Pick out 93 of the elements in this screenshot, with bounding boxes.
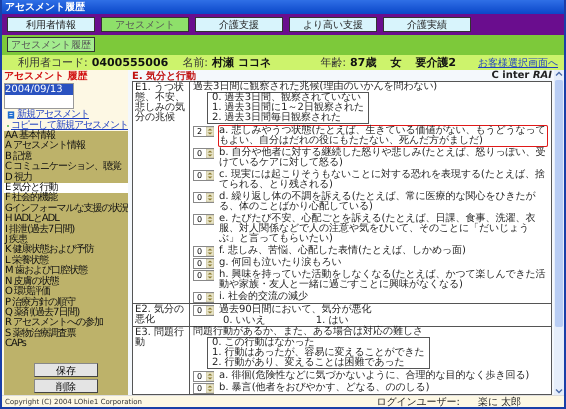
category-item[interactable]: O 環境評価 bbox=[4, 287, 128, 298]
code-label: 利用者コード: bbox=[18, 55, 88, 70]
spinner-icon bbox=[206, 293, 214, 302]
scale-option: 2. 行動があり、変えることは困難であった bbox=[212, 358, 425, 368]
care-level: 要介護2 bbox=[415, 55, 456, 70]
login-user-label: ログインユーザー: bbox=[376, 396, 460, 407]
scrollbar[interactable] bbox=[554, 70, 564, 395]
category-item[interactable]: Gインフォーマルな支援の状況 bbox=[4, 204, 128, 214]
nav-tab[interactable]: 介護支援 bbox=[195, 17, 283, 32]
question-label: E1. うつ状態、不安、悲しみの気分の兆候 bbox=[133, 82, 190, 303]
client-code: 0400555006 bbox=[92, 56, 168, 69]
value-select[interactable]: 0 bbox=[193, 148, 214, 159]
question-item: 過去90日間において、気分が悪化 bbox=[218, 304, 373, 316]
value-select[interactable]: 0 bbox=[193, 192, 214, 203]
scale-option: 2. 過去3日間毎日観察された bbox=[212, 113, 364, 123]
value-select[interactable]: 0 bbox=[193, 270, 214, 281]
sidebar-link[interactable]: コピーして新規アセスメント bbox=[11, 120, 128, 131]
category-item[interactable]: S 薬物治療調査票 bbox=[4, 328, 128, 340]
category-item[interactable]: D 視力 bbox=[4, 172, 128, 184]
nav-tab[interactable]: より高い支援 bbox=[289, 17, 377, 32]
client-select-link[interactable]: お客様選択画面へ bbox=[478, 56, 558, 70]
question-item: a. 徘徊(危険性などに気づかないように、合理的な目的なく歩き回る) bbox=[218, 370, 530, 382]
spinner-icon bbox=[206, 372, 214, 381]
category-item[interactable]: H IADLとADL bbox=[4, 214, 128, 225]
answer-option: 0. いいえ bbox=[223, 316, 266, 326]
sidebar-heading: アセスメント 履歴 bbox=[4, 71, 88, 83]
spinner-icon bbox=[206, 247, 214, 256]
scale-option: 1. 行動はあったが、容易に変えることができた bbox=[212, 348, 425, 358]
value-select[interactable]: 0 bbox=[193, 383, 214, 394]
question-prompt: 問題行動があるか、また、ある場合は対応の難しさ bbox=[193, 327, 424, 337]
category-item[interactable]: K 健康状態および予防 bbox=[4, 245, 128, 256]
spinner-icon bbox=[206, 193, 214, 202]
value-select[interactable]: 0 bbox=[193, 246, 214, 257]
question-item: d. 繰り返し体の不調を訴える(たとえば、常に医療的な関心をひきたがる、体のことばかり心配している) bbox=[218, 191, 537, 212]
scroll-up-icon[interactable] bbox=[555, 70, 563, 78]
history-button[interactable]: アセスメント履歴 bbox=[7, 37, 95, 52]
category-item[interactable]: P 治療方針の順守 bbox=[4, 298, 128, 308]
question-item: h. 興味を持っていた活動をしなくなる(たとえば、かつて楽しんできた活動や家族・友人と一緒に過ごすことに興味がなくなる) bbox=[218, 269, 547, 290]
spinner-icon bbox=[206, 384, 214, 393]
scale-option: 0. この行動はなかった bbox=[212, 338, 425, 348]
value-select[interactable]: 0 bbox=[193, 292, 214, 303]
category-item[interactable]: M 歯および口腔状態 bbox=[4, 266, 128, 277]
category-item[interactable]: R アセスメントへの参加 bbox=[4, 318, 128, 329]
client-age: 87歳 bbox=[350, 55, 376, 70]
category-item[interactable]: CAPs bbox=[4, 339, 128, 350]
question-item: g. 何回も泣いたり涙もろい bbox=[218, 257, 343, 268]
value-select[interactable]: 0 bbox=[193, 170, 214, 181]
question-item: c. 現実には起こりそうもないことに対する恐れを表現する(たとえば、捨てられる、とり残される) bbox=[218, 169, 546, 190]
scale-option: 1. 過去3日間に1～2日観察された bbox=[212, 103, 364, 113]
question-label: E2. 気分の悪化 bbox=[133, 304, 190, 326]
value-select[interactable]: 0 bbox=[193, 371, 214, 382]
spinner-icon bbox=[206, 271, 214, 280]
login-user-name: 楽に 太郎 bbox=[478, 396, 521, 407]
question-item: b. 暴言(他者をおびやかす、どなる、ののしる) bbox=[218, 382, 431, 394]
delete-button[interactable]: 削除 bbox=[34, 379, 98, 393]
save-button[interactable]: 保存 bbox=[34, 363, 98, 377]
question-item: b. 自分や他者に対する継続した怒りや悲しみ(たとえば、怒りっぽい、受けているケアに対して怒る) bbox=[218, 147, 547, 168]
spinner-icon bbox=[206, 149, 214, 158]
age-label: 年齢: bbox=[320, 55, 346, 70]
spinner-icon bbox=[206, 127, 214, 136]
spinner-icon bbox=[206, 171, 214, 180]
value-select[interactable]: 0 bbox=[193, 214, 214, 225]
category-item[interactable]: F 社会的機能 bbox=[4, 193, 128, 204]
nav-tab[interactable]: アセスメント bbox=[101, 17, 189, 32]
category-item[interactable]: A アセスメント情報 bbox=[4, 141, 128, 152]
client-sex: 女 bbox=[390, 55, 402, 70]
question-item: e. たびたび不安、心配ごとを訴える(たとえば、日課、食事、洗濯、衣服、対人関係などで人の注意や気をひいて、そのことに「だいじょうぶ」と言ってもらいたい) bbox=[218, 213, 536, 244]
spinner-icon bbox=[206, 259, 214, 268]
question-item: f. 悲しみ、苦悩、心配した表情(たとえば、しかめっ面) bbox=[218, 245, 467, 256]
question-prompt: 過去3日間に観察された兆候(理由のいかんを問わない) bbox=[193, 82, 438, 92]
value-select[interactable]: 0 bbox=[193, 305, 214, 316]
name-label: 名前: bbox=[182, 55, 208, 70]
category-item[interactable]: C コミュニケーション、聴覚 bbox=[4, 162, 128, 173]
document-icon bbox=[7, 110, 15, 118]
section-title: E. 気分と行動 bbox=[132, 70, 196, 82]
question-label: E3. 問題行動 bbox=[133, 327, 190, 394]
nav-tab[interactable]: 利用者情報 bbox=[7, 17, 95, 32]
value-select[interactable]: 2 bbox=[193, 126, 214, 137]
scroll-down-icon[interactable] bbox=[555, 387, 563, 395]
value-select[interactable]: 0 bbox=[193, 258, 214, 269]
question-item: i. 社会的交流の減少 bbox=[218, 291, 310, 303]
spinner-icon bbox=[206, 306, 214, 315]
scale-option: 0. 過去3日間、観察されていない bbox=[212, 93, 364, 103]
spinner-icon bbox=[206, 215, 214, 224]
question-item: a. 悲しみやうつ状態(たとえば、生きている価値がない、もうどうなってもよい、自分はだれの役にもたたない、死んだ方がましだ) bbox=[218, 125, 548, 147]
window-title: アセスメント履歴 bbox=[5, 0, 85, 14]
category-item[interactable]: Q 薬剤(過去7日間) bbox=[4, 308, 128, 318]
date-item[interactable]: 2004/09/13 bbox=[5, 84, 73, 95]
nav-tab[interactable]: 介護実績 bbox=[383, 17, 471, 32]
client-name: 村瀬 ココネ bbox=[212, 55, 271, 70]
answer-option: 1. はい bbox=[316, 316, 348, 326]
sidebar-link[interactable]: 新規アセスメント bbox=[17, 109, 89, 120]
interrai-logo: C inter RAI bbox=[491, 70, 552, 81]
